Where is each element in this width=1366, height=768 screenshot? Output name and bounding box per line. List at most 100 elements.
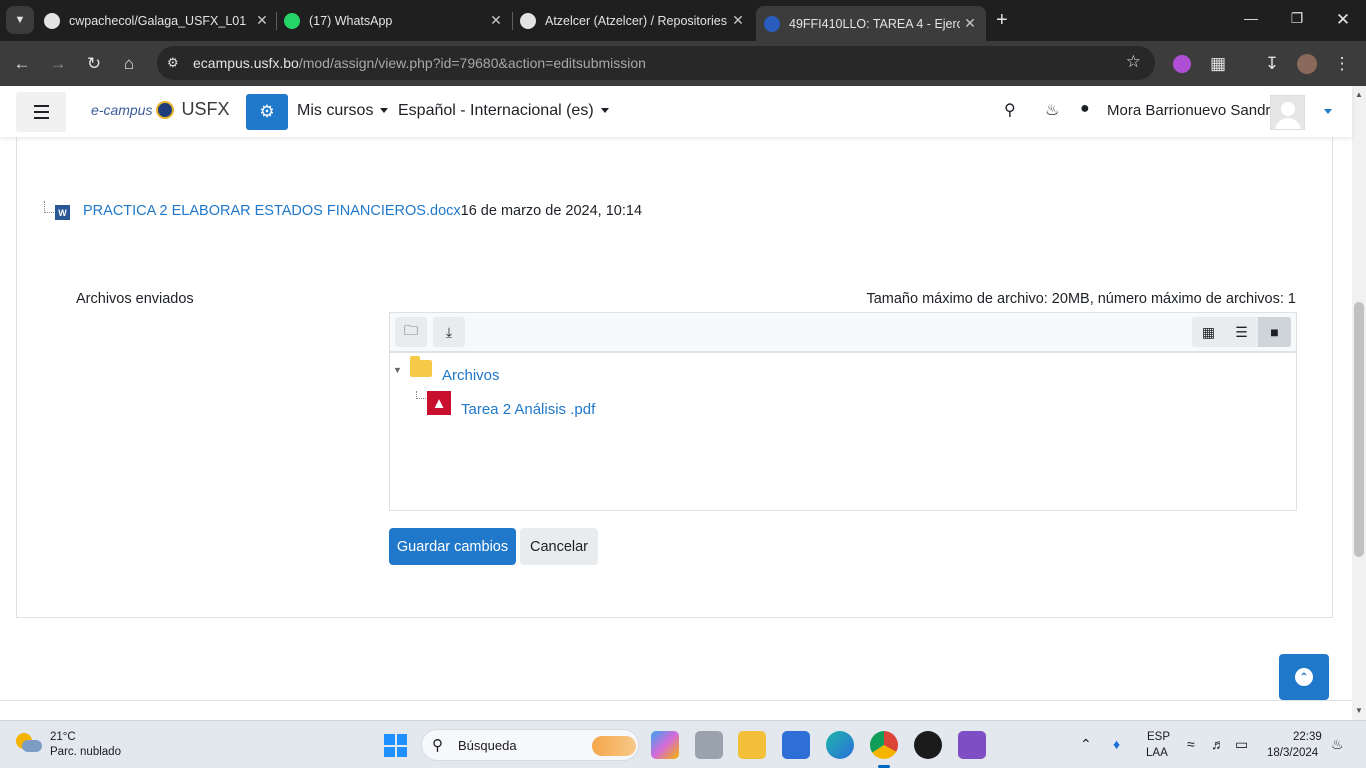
word-document-icon: W	[55, 205, 70, 220]
site-info-icon[interactable]: ⚙	[167, 55, 179, 71]
task-view-icon[interactable]	[695, 731, 723, 759]
user-menu-caret-icon[interactable]	[1324, 109, 1332, 114]
tab-search-button[interactable]: ▼	[6, 6, 34, 34]
notifications-bell-icon[interactable]: ♨	[1331, 736, 1344, 753]
scroll-up-arrow-icon[interactable]: ▲	[1355, 90, 1363, 99]
messages-chat-icon[interactable]: ●	[1080, 100, 1090, 118]
back-icon[interactable]: ←	[10, 52, 34, 76]
chrome-menu-icon[interactable]: ⋮	[1330, 52, 1354, 76]
pdf-file-link[interactable]: Tarea 2 Análisis .pdf	[461, 401, 595, 418]
back-to-top-button[interactable]: ⌃	[1279, 654, 1329, 700]
avatar[interactable]	[1270, 95, 1305, 130]
extensions-puzzle-icon[interactable]: ▦	[1206, 52, 1230, 76]
main-content: W PRACTICA 2 ELABORAR ESTADOS FINANCIERO…	[0, 137, 1352, 720]
drawer-toggle-button[interactable]	[16, 92, 66, 132]
filepicker-area: ▼ Archivos ▲ Tarea 2 Análisis .pdf	[389, 352, 1297, 511]
address-bar[interactable]: ⚙ ecampus.usfx.bo/mod/assign/view.php?id…	[157, 46, 1155, 80]
clock-date[interactable]: 18/3/2024	[1267, 747, 1318, 759]
minimize-icon[interactable]: —	[1241, 10, 1261, 26]
tab-title: cwpachecol/Galaga_USFX_L01	[69, 13, 247, 28]
keyboard-layout[interactable]: LAA	[1146, 747, 1168, 759]
weather-partly-cloudy-icon[interactable]	[16, 731, 42, 757]
tab-title: Atzelcer (Atzelcer) / Repositories	[545, 13, 728, 28]
grid-view-icon[interactable]: ▦	[1192, 317, 1225, 347]
clock-time[interactable]: 22:39	[1293, 731, 1322, 743]
sent-files-label: Archivos enviados	[76, 291, 194, 307]
show-hidden-icons-chevron-icon[interactable]: ⌃	[1080, 736, 1092, 753]
max-file-info: Tamaño máximo de archivo: 20MB, número m…	[866, 291, 1296, 307]
start-windows-icon[interactable]	[384, 734, 407, 757]
tab-github-galaga[interactable]: cwpachecol/Galaga_USFX_L01 ✕	[44, 6, 272, 35]
tab-moodle-tarea[interactable]: 49FFI410LLO: TAREA 4 - Ejercicio ✕	[756, 6, 986, 41]
file-explorer-icon[interactable]	[738, 731, 766, 759]
unreal-engine-icon[interactable]	[914, 731, 942, 759]
search-highlight-icon	[592, 736, 636, 756]
attached-file-link[interactable]: PRACTICA 2 ELABORAR ESTADOS FINANCIEROS.…	[83, 203, 461, 219]
footer-divider	[0, 700, 1352, 701]
usfx-seal-icon	[156, 100, 175, 119]
close-icon[interactable]: ✕	[486, 12, 506, 29]
site-logo[interactable]: e-campus USFX	[91, 99, 229, 120]
attached-file-date: 16 de marzo de 2024, 10:14	[460, 203, 643, 219]
profile-avatar-icon[interactable]	[1295, 52, 1319, 76]
folder-link[interactable]: Archivos	[442, 367, 500, 384]
visual-studio-icon[interactable]	[958, 731, 986, 759]
page-scrollbar[interactable]: ▲ ▼	[1352, 86, 1366, 720]
tab-separator	[512, 12, 513, 30]
notifications-bell-icon[interactable]: ♨	[1045, 100, 1059, 120]
extension-profile-icon[interactable]	[1170, 52, 1194, 76]
browser-toolbar: ← → ↻ ⌂ ⚙ ecampus.usfx.bo/mod/assign/vie…	[0, 41, 1366, 86]
list-view-icon[interactable]: ☰	[1225, 317, 1258, 347]
scrollbar-thumb[interactable]	[1354, 302, 1364, 557]
bluetooth-icon[interactable]: ♦	[1113, 736, 1120, 752]
bookmark-star-icon[interactable]: ☆	[1126, 52, 1141, 72]
download-all-icon[interactable]: ⤓	[433, 317, 465, 347]
cancel-button[interactable]: Cancelar	[520, 528, 598, 565]
user-name[interactable]: Mora Barrionuevo Sandra	[1107, 102, 1279, 119]
save-changes-button[interactable]: Guardar cambios	[389, 528, 516, 565]
taskbar-search[interactable]: ⚲ Búsqueda	[421, 729, 639, 761]
tree-view-icon[interactable]: ■	[1258, 317, 1291, 347]
tree-expand-icon[interactable]: ▼	[393, 365, 402, 375]
reload-icon[interactable]: ↻	[82, 52, 106, 76]
home-icon[interactable]: ⌂	[117, 52, 141, 76]
tree-connector	[44, 201, 54, 213]
close-icon[interactable]: ✕	[960, 15, 980, 32]
chrome-icon[interactable]	[870, 731, 898, 768]
gears-icon-button[interactable]: ⚙	[246, 94, 288, 130]
download-icon[interactable]: ↧	[1260, 52, 1284, 76]
close-window-icon[interactable]: ✕	[1333, 10, 1353, 30]
my-courses-menu[interactable]: Mis cursos	[297, 102, 389, 120]
taskbar-search-placeholder: Búsqueda	[458, 738, 517, 753]
restore-icon[interactable]: ❐	[1287, 10, 1307, 27]
forward-icon[interactable]: →	[46, 52, 70, 76]
tab-whatsapp[interactable]: (17) WhatsApp ✕	[284, 6, 506, 35]
chevron-down-icon	[600, 108, 609, 114]
close-icon[interactable]: ✕	[728, 12, 748, 29]
url-host: ecampus.usfx.bo	[193, 55, 299, 71]
weather-temperature[interactable]: 21°C	[50, 731, 76, 743]
close-icon[interactable]: ✕	[252, 12, 272, 29]
moodle-icon	[764, 15, 780, 32]
windows-taskbar: 21°C Parc. nublado ⚲ Búsqueda ⌃ ♦ ESP LA…	[0, 720, 1366, 768]
edge-icon[interactable]	[826, 731, 854, 759]
language-label: Español - Internacional (es)	[398, 102, 594, 119]
battery-icon[interactable]: ▭	[1235, 736, 1248, 753]
language-menu[interactable]: Español - Internacional (es)	[398, 102, 609, 120]
brand-name: USFX	[181, 99, 230, 119]
scroll-down-arrow-icon[interactable]: ▼	[1355, 706, 1363, 715]
volume-icon[interactable]: ♬	[1211, 736, 1225, 752]
create-folder-icon[interactable]: 🗀	[395, 317, 427, 347]
tab-separator	[276, 12, 277, 30]
weather-description[interactable]: Parc. nublado	[50, 746, 121, 758]
new-tab-button[interactable]: +	[996, 9, 1008, 32]
wifi-icon[interactable]: ≈	[1187, 736, 1195, 752]
copilot-icon[interactable]	[651, 731, 679, 759]
url-text[interactable]: ecampus.usfx.bo/mod/assign/view.php?id=7…	[193, 55, 646, 71]
microsoft-store-icon[interactable]	[782, 731, 810, 759]
keyboard-language[interactable]: ESP	[1147, 731, 1170, 743]
github-icon	[520, 12, 536, 29]
tree-connector	[416, 391, 426, 399]
search-icon[interactable]: ⚲	[1004, 100, 1016, 120]
tab-github-atzelcer[interactable]: Atzelcer (Atzelcer) / Repositories ✕	[520, 6, 748, 35]
